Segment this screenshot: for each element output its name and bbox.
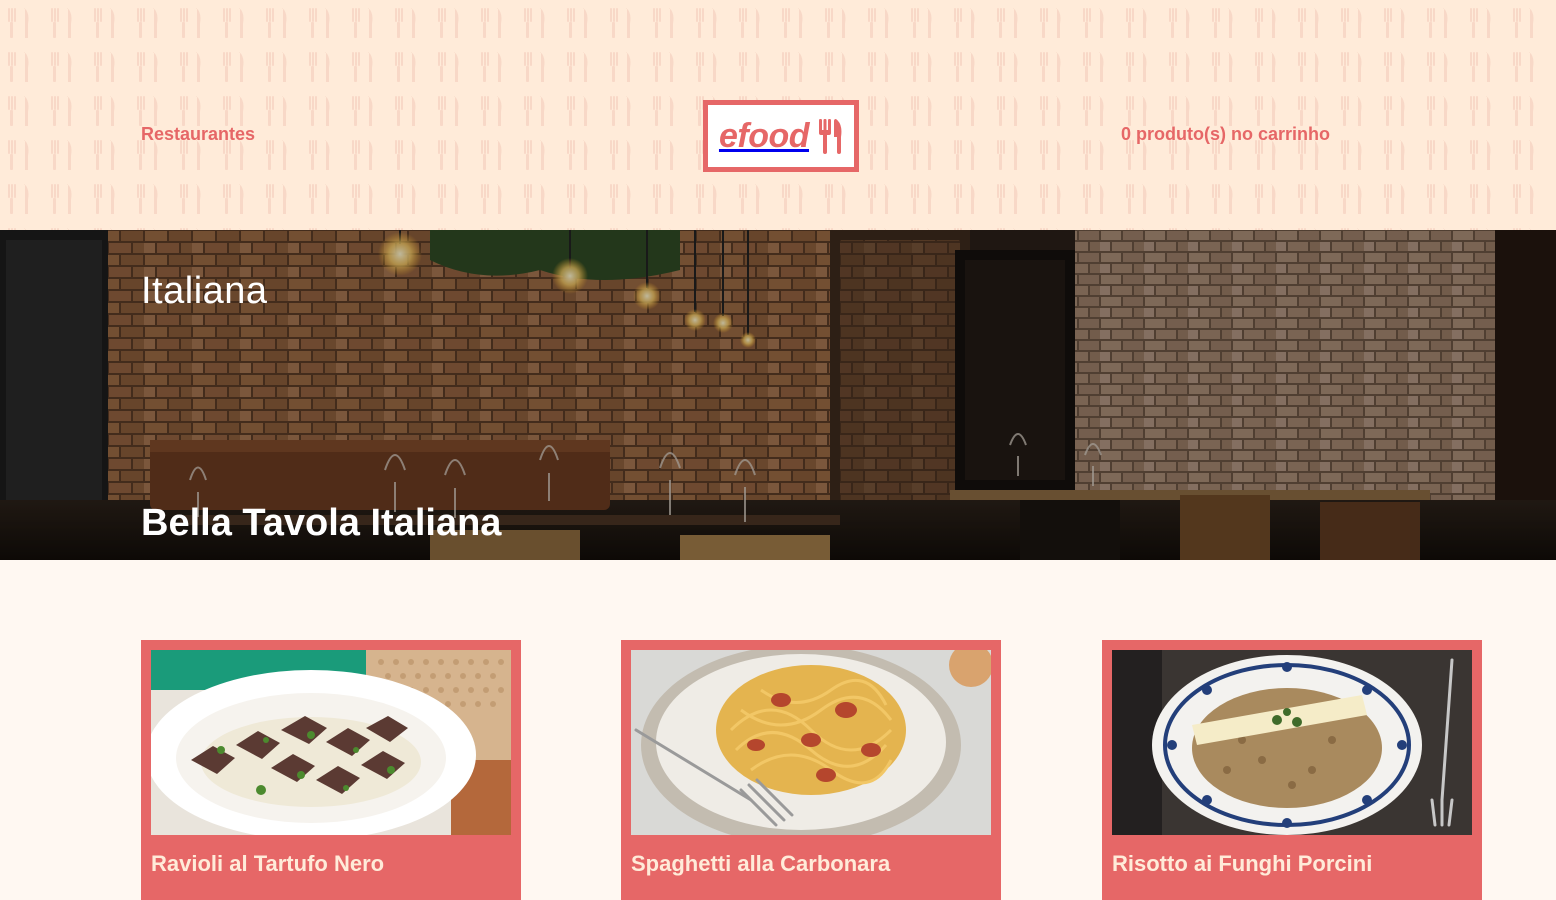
- product-title: Ravioli al Tartufo Nero: [151, 851, 385, 876]
- product-card[interactable]: Ravioli al Tartufo Nero: [141, 640, 521, 900]
- efood-logo[interactable]: efood: [703, 100, 859, 172]
- product-card[interactable]: Risotto ai Funghi Porcini: [1102, 640, 1482, 900]
- product-title: Risotto ai Funghi Porcini: [1112, 851, 1373, 876]
- logo-text: efood: [718, 116, 810, 155]
- restaurant-category: Italiana: [141, 270, 268, 312]
- site-header: Restaurantes efood 0 produto(s) no carri…: [0, 0, 1556, 230]
- cart-link[interactable]: 0 produto(s) no carrinho: [1121, 124, 1330, 145]
- restaurant-banner: Italiana Bella Tavola Italiana: [0, 230, 1556, 560]
- product-card[interactable]: Spaghetti alla Carbonara: [621, 640, 1001, 900]
- product-title: Spaghetti alla Carbonara: [631, 851, 891, 876]
- risotto-image: [1112, 650, 1472, 835]
- ravioli-image: [151, 650, 511, 835]
- restaurants-link[interactable]: Restaurantes: [141, 124, 255, 145]
- restaurant-name: Bella Tavola Italiana: [141, 502, 502, 544]
- spaghetti-image: [631, 650, 991, 835]
- fork-knife-icon: [819, 119, 842, 154]
